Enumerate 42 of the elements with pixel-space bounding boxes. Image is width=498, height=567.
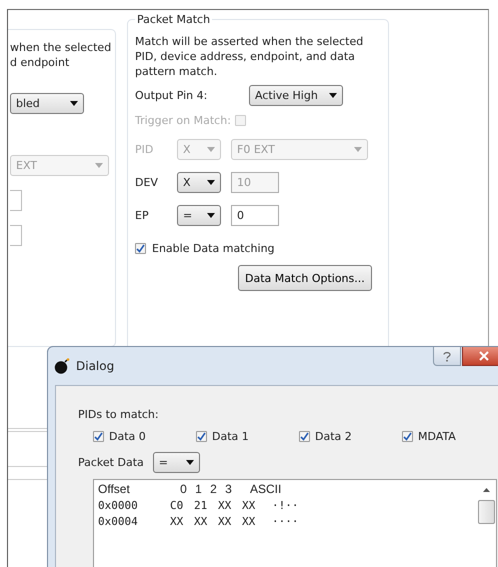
description-text: when the selected [10,40,112,55]
description-text: d endpoint [10,55,70,70]
group-title: Packet Match [136,13,212,26]
field-label: EP [135,209,150,222]
byte-cell-text: 21 [194,499,208,512]
dialog-title: Dialog [76,359,114,373]
operator-dropdown[interactable]: X [177,172,221,193]
byte-cell-text: XX [218,515,232,528]
byte-cell-text: XX [194,515,208,528]
output-pin-dropdown[interactable]: Active High [249,85,343,106]
ascii-cell: ···· [272,515,298,528]
column-header: 0 [179,482,188,496]
output-pin-label: Output Pin 4: [135,89,208,102]
operator-dropdown[interactable]: = [177,205,221,226]
description-text: Match will be asserted when the selected PID, device address, endpoint, and data pattern match. [135,34,364,79]
byte-cell-text: XX [242,499,256,512]
mode-dropdown[interactable]: bled [10,93,84,114]
column-header: 2 [209,482,218,496]
checkbox-label: Data 0 [109,430,146,443]
column-header: ASCII [250,482,282,496]
checkbox-label: Enable Data matching [152,242,275,255]
trigger-label: Trigger on Match: [135,114,231,127]
operator-dropdown[interactable]: = [152,452,200,473]
checkbox-label: Data 1 [212,430,249,443]
byte-cell-text: XX [242,515,256,528]
byte-cell-text: XX [170,515,184,528]
column-header: Offset [98,482,131,496]
column-header: 3 [224,482,233,496]
offset-cell-text: 0x0000 [98,499,139,512]
field-label: DEV [135,176,159,189]
byte-cell-text: C0 [170,499,184,512]
checkbox-label: MDATA [418,430,456,443]
column-header: 1 [194,482,203,496]
packet-data-label: Packet Data [78,456,144,469]
byte-cell-text: XX [218,499,232,512]
checkbox-label: Data 2 [315,430,352,443]
ascii-cell: ·!·· [272,499,298,512]
data-match-options-button[interactable]: Data Match Options... [238,265,372,291]
section-label: PIDs to match: [78,408,160,421]
value-field[interactable]: 0 [231,205,279,226]
field-label: PID [135,143,154,156]
offset-cell-text: 0x0004 [98,515,139,528]
